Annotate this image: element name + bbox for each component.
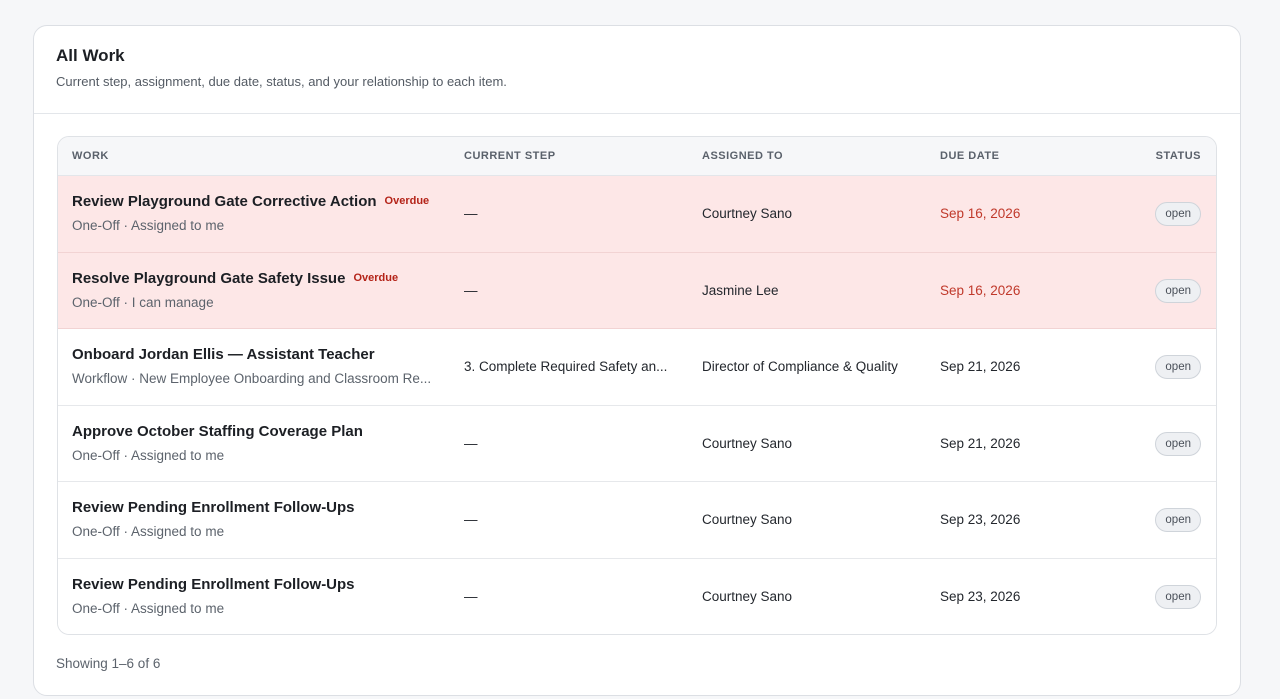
page-title: All Work [56,46,125,65]
due-date: Sep 21, 2026 [940,435,1021,451]
current-step: — [464,588,478,604]
work-title-cell: Approve October Staffing Coverage Plan [72,423,363,440]
page-subtitle: Current step, assignment, due date, stat… [56,74,507,89]
current-step: — [464,282,478,298]
work-subtitle: One-Off · Assigned to me [72,600,225,616]
work-title[interactable]: Review Pending Enrollment Follow-Ups [72,576,355,593]
table-row[interactable]: Review Pending Enrollment Follow-Ups One… [58,558,1216,634]
work-title-cell: Onboard Jordan Ellis — Assistant Teacher [72,346,375,363]
due-date: Sep 21, 2026 [940,359,1021,374]
status-badge: open [1155,202,1201,226]
work-title[interactable]: Resolve Playground Gate Safety Issue [72,270,345,287]
current-step: — [464,512,478,527]
status-badge: open [1155,431,1201,456]
card-header: All Work Current step, assignment, due d… [34,26,1240,114]
work-table: WORK CURRENT STEP ASSIGNED TO DUE DATE S… [57,136,1217,635]
current-step: 3. Complete Required Safety an... [464,359,668,374]
work-subtitle: One-Off · Assigned to me [72,447,225,463]
work-title[interactable]: Onboard Jordan Ellis — Assistant Teacher [72,346,375,363]
work-title[interactable]: Review Playground Gate Corrective Action [72,193,377,210]
current-step: — [464,435,478,451]
due-date: Sep 23, 2026 [940,512,1021,527]
table-row[interactable]: Resolve Playground Gate Safety Issue Over… [58,252,1216,329]
table-row[interactable]: Review Playground Gate Corrective Action… [58,176,1216,253]
overdue-badge: Overdue [384,195,430,207]
work-title-cell: Review Pending Enrollment Follow-Ups [72,576,355,593]
due-date: Sep 16, 2026 [940,282,1021,298]
status-badge: open [1155,584,1201,609]
column-header-work[interactable]: WORK [72,137,109,176]
all-work-card: All Work Current step, assignment, due d… [33,25,1241,696]
current-step: — [464,206,478,221]
pagination-summary: Showing 1–6 of 6 [56,656,161,671]
column-header-status[interactable]: STATUS [1156,137,1201,176]
due-date: Sep 23, 2026 [940,588,1021,604]
table-row[interactable]: Approve October Staffing Coverage Plan O… [58,405,1216,482]
status-badge: open [1155,508,1201,532]
work-subtitle: Workflow · New Employee Onboarding and C… [72,371,432,386]
column-header-assigned-to[interactable]: ASSIGNED TO [702,137,783,176]
assignee: Jasmine Lee [702,282,779,298]
work-subtitle: One-Off · Assigned to me [72,524,225,539]
assignee: Courtney Sano [702,512,793,527]
status-badge: open [1155,278,1201,303]
work-title-cell: Resolve Playground Gate Safety Issue Over… [72,270,398,287]
due-date: Sep 16, 2026 [940,206,1021,221]
work-title-cell: Review Pending Enrollment Follow-Ups [72,499,355,516]
assignee: Courtney Sano [702,588,793,604]
column-header-current-step[interactable]: CURRENT STEP [464,137,556,176]
work-title[interactable]: Approve October Staffing Coverage Plan [72,423,363,440]
table-row[interactable]: Onboard Jordan Ellis — Assistant Teacher… [58,329,1216,406]
work-title-cell: Review Playground Gate Corrective Action… [72,193,429,210]
table-header: WORK CURRENT STEP ASSIGNED TO DUE DATE S… [58,137,1216,176]
column-header-due-date[interactable]: DUE DATE [940,137,999,176]
work-title[interactable]: Review Pending Enrollment Follow-Ups [72,499,355,516]
assignee: Courtney Sano [702,435,793,451]
assignee: Director of Compliance & Quality [702,359,898,374]
overdue-badge: Overdue [353,271,399,284]
assignee: Courtney Sano [702,206,793,221]
table-row[interactable]: Review Pending Enrollment Follow-Ups One… [58,482,1216,559]
status-badge: open [1155,355,1201,379]
work-subtitle: One-Off · Assigned to me [72,218,225,233]
work-subtitle: One-Off · I can manage [72,294,214,310]
